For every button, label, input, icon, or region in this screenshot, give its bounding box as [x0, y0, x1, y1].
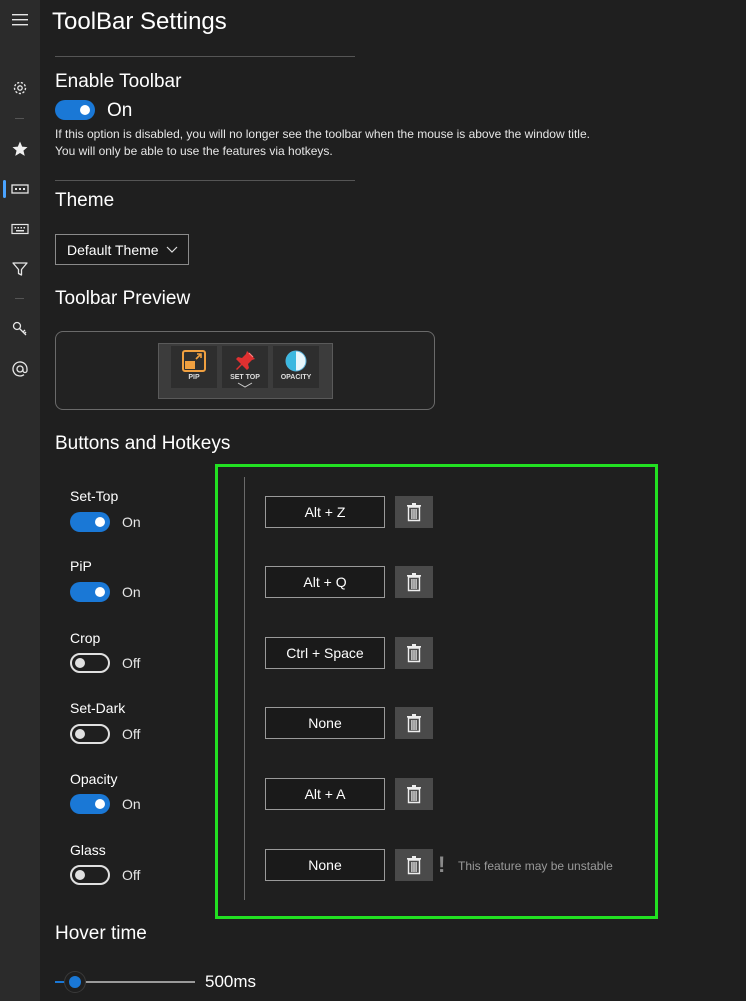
toolbar-icon[interactable] — [0, 174, 40, 204]
enable-toolbar-description-1: If this option is disabled, you will no … — [55, 127, 590, 141]
toggle-knob — [75, 729, 85, 739]
warning-icon: ! — [438, 852, 446, 877]
chevron-down-icon — [166, 242, 178, 258]
keyboard-icon[interactable] — [0, 214, 40, 244]
divider — [55, 56, 355, 57]
delete-hotkey-button[interactable] — [395, 707, 433, 739]
enable-toolbar-description-2: You will only be able to use the feature… — [55, 144, 333, 158]
preview-button-label: PIP — [188, 374, 200, 381]
crop-toggle[interactable] — [70, 653, 110, 673]
toggle-knob — [80, 105, 90, 115]
enable-toolbar-toggle[interactable] — [55, 100, 95, 120]
gear-icon[interactable] — [0, 73, 40, 103]
preview-button-label: SET TOP — [230, 374, 260, 381]
trash-icon — [407, 503, 421, 522]
hover-time-value: 500ms — [205, 972, 257, 991]
delete-hotkey-button[interactable] — [395, 496, 433, 528]
at-icon[interactable] — [0, 354, 40, 384]
hamburger-icon[interactable] — [0, 5, 40, 35]
hotkey-input-set-dark[interactable]: None — [265, 707, 385, 739]
pip-state: On — [122, 584, 141, 600]
toggle-knob — [75, 870, 85, 880]
glass-toggle[interactable] — [70, 865, 110, 885]
glass-state: Off — [122, 867, 141, 883]
feature-label-pip: PiP — [70, 558, 92, 574]
nav-separator — [15, 298, 24, 299]
toolbar-preview-heading: Toolbar Preview — [55, 288, 191, 309]
pip-toggle[interactable] — [70, 582, 110, 602]
key-icon[interactable] — [0, 314, 40, 344]
toggle-knob — [95, 799, 105, 809]
delete-hotkey-button[interactable] — [395, 566, 433, 598]
hotkey-input-opacity[interactable]: Alt + A — [265, 778, 385, 810]
chevron-down-icon — [237, 382, 253, 388]
set-dark-toggle[interactable] — [70, 724, 110, 744]
hotkey-input-pip[interactable]: Alt + Q — [265, 566, 385, 598]
toggle-knob — [75, 658, 85, 668]
preview-pip-button: PIP — [171, 346, 217, 388]
opacity-icon — [285, 350, 307, 372]
hover-time-slider-thumb[interactable] — [64, 972, 85, 992]
star-icon[interactable] — [0, 134, 40, 164]
trash-icon — [407, 644, 421, 663]
crop-state: Off — [122, 655, 141, 671]
toggle-knob — [95, 587, 105, 597]
preview-settop-button: SET TOP — [222, 346, 268, 388]
pushpin-icon — [236, 351, 255, 370]
hover-time-heading: Hover time — [55, 923, 147, 944]
hotkey-input-crop[interactable]: Ctrl + Space — [265, 637, 385, 669]
set-dark-state: Off — [122, 726, 141, 742]
sidebar — [0, 0, 40, 1001]
set-top-toggle[interactable] — [70, 512, 110, 532]
theme-selected-value: Default Theme — [67, 241, 159, 258]
feature-label-set-top: Set-Top — [70, 488, 119, 504]
trash-icon — [407, 856, 421, 875]
opacity-toggle[interactable] — [70, 794, 110, 814]
toggle-knob — [95, 517, 105, 527]
theme-dropdown[interactable]: Default Theme — [55, 234, 189, 265]
delete-hotkey-button[interactable] — [395, 778, 433, 810]
nav-separator — [15, 118, 24, 119]
feature-label-crop: Crop — [70, 630, 101, 646]
preview-button-label: OPACITY — [280, 374, 312, 381]
feature-label-set-dark: Set-Dark — [70, 700, 126, 716]
enable-toolbar-heading: Enable Toolbar — [55, 71, 182, 92]
divider — [55, 180, 355, 181]
feature-label-opacity: Opacity — [70, 771, 118, 787]
opacity-state: On — [122, 796, 141, 812]
hotkey-input-set-top[interactable]: Alt + Z — [265, 496, 385, 528]
preview-opacity-button: OPACITY — [273, 346, 319, 388]
enable-toolbar-state: On — [107, 100, 133, 121]
trash-icon — [407, 785, 421, 804]
filter-icon[interactable] — [0, 254, 40, 284]
trash-icon — [407, 573, 421, 592]
theme-heading: Theme — [55, 190, 115, 211]
pip-icon — [182, 350, 206, 372]
delete-hotkey-button[interactable] — [395, 637, 433, 669]
unstable-warning: This feature may be unstable — [458, 859, 613, 873]
page-title: ToolBar Settings — [52, 8, 227, 35]
feature-label-glass: Glass — [70, 842, 106, 858]
trash-icon — [407, 714, 421, 733]
hotkeys-divider — [244, 477, 245, 900]
buttons-hotkeys-heading: Buttons and Hotkeys — [55, 433, 231, 454]
delete-hotkey-button[interactable] — [395, 849, 433, 881]
set-top-state: On — [122, 514, 141, 530]
hotkey-input-glass[interactable]: None — [265, 849, 385, 881]
